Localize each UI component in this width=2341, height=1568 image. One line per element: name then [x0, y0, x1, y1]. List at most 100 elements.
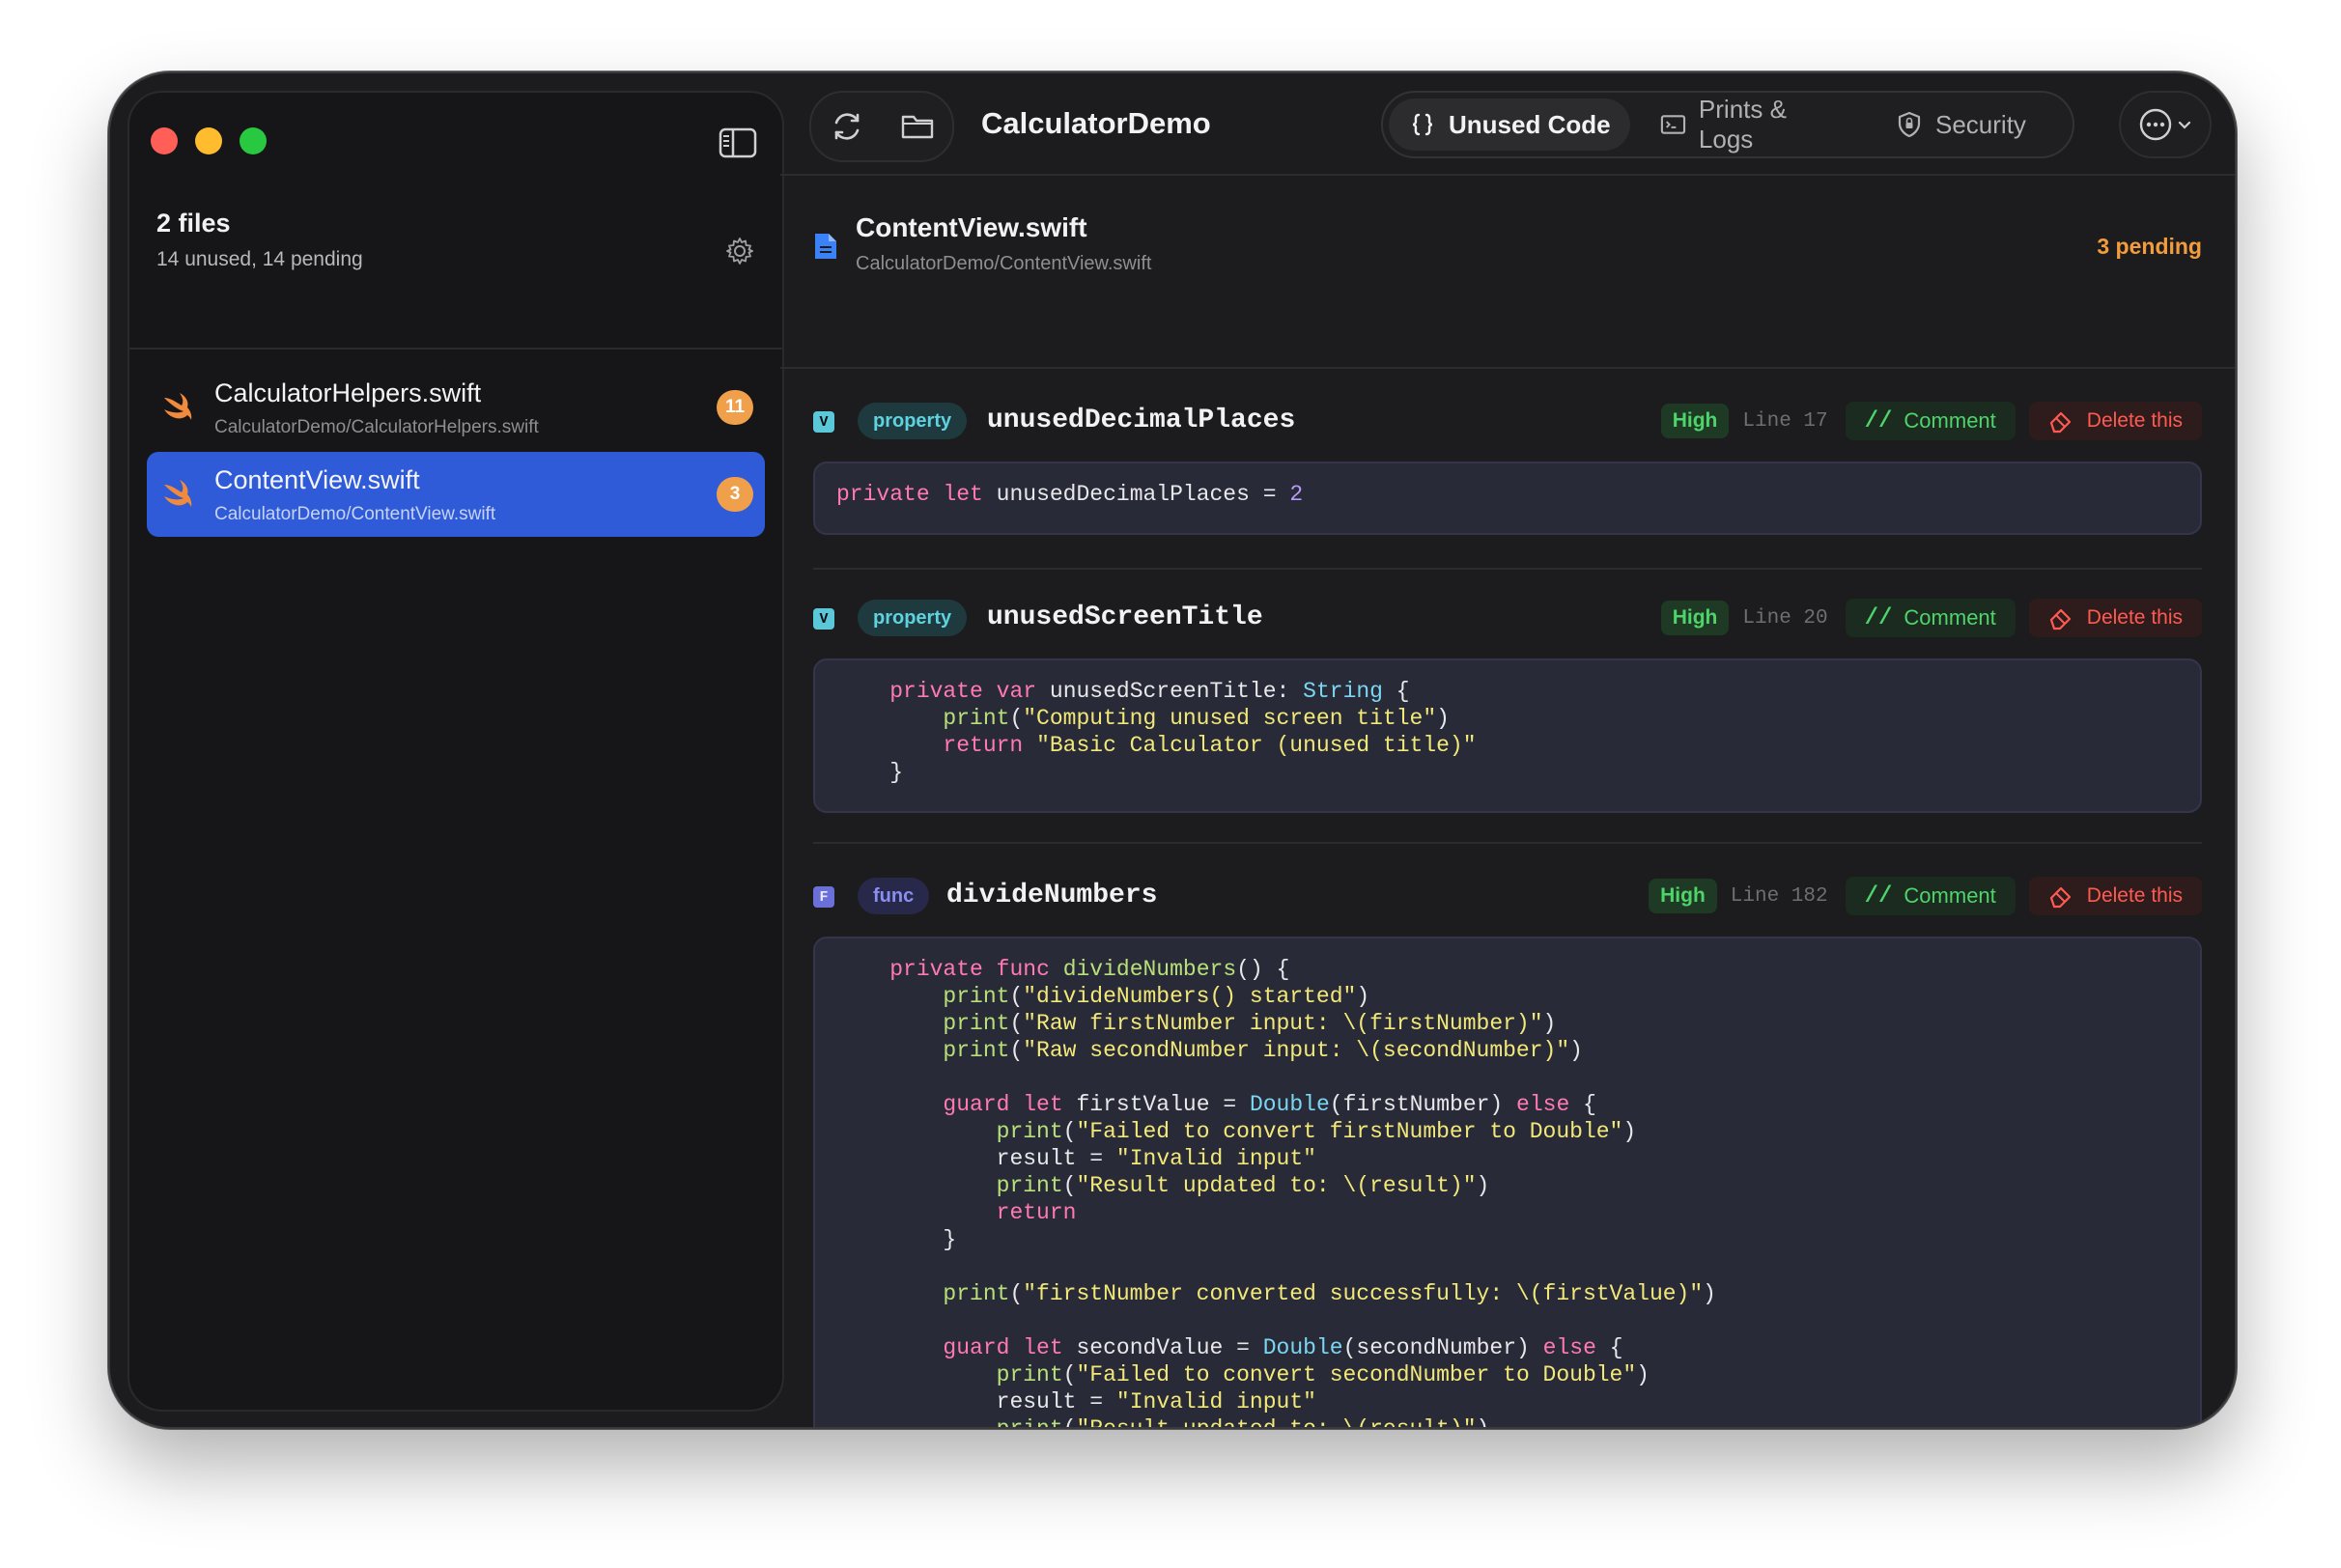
code-block: private var unusedScreenTitle: String { …	[813, 658, 2202, 813]
entry-header: V property unusedScreenTitle High Line 2…	[813, 597, 2202, 639]
delete-button[interactable]: Delete this	[2028, 599, 2202, 637]
main-content: ContentView.swift CalculatorDemo/Content…	[780, 174, 2235, 1427]
tab-label: Prints & Logs	[1698, 95, 1787, 154]
code-line: print("Result updated to: \(result)")	[836, 1415, 2179, 1427]
swift-icon	[164, 393, 192, 420]
entry-header: F func divideNumbers High Line 182 // Co…	[813, 875, 2202, 917]
code-line: private func divideNumbers() {	[889, 957, 1290, 982]
comment-label: Comment	[1904, 408, 1996, 433]
app-title: CalculatorDemo	[981, 106, 1211, 140]
delete-label: Delete this	[2086, 884, 2183, 907]
code-line: print("Failed to convert firstNumber to …	[996, 1119, 1637, 1144]
code-line: result = "Invalid input"	[996, 1146, 1316, 1171]
header-divider	[780, 367, 2235, 369]
tab-security[interactable]: Security	[1876, 98, 2065, 151]
comment-button[interactable]: // Comment	[1845, 402, 2016, 440]
swift-icon	[164, 480, 192, 507]
current-file-path: CalculatorDemo/ContentView.swift	[856, 253, 1152, 274]
function-kind-icon: F	[813, 886, 834, 908]
unused-entry: F func divideNumbers High Line 182 // Co…	[813, 875, 2202, 1427]
code-line: }	[943, 1227, 957, 1252]
file-list-item-selected[interactable]: ContentView.swift CalculatorDemo/Content…	[147, 452, 765, 537]
zoom-window-button[interactable]	[240, 127, 267, 154]
comment-label: Comment	[1904, 605, 1996, 630]
eraser-icon	[2049, 886, 2071, 909]
line-number: Line 20	[1742, 606, 1828, 630]
gear-icon[interactable]	[724, 236, 755, 266]
sidebar-toggle-icon[interactable]	[719, 127, 757, 158]
code-line: print("divideNumbers() started")	[943, 984, 1370, 1009]
comment-button[interactable]: // Comment	[1845, 877, 2016, 915]
tab-unused-code[interactable]: Unused Code	[1389, 98, 1630, 151]
tab-label: Security	[1935, 109, 2026, 139]
code-line: print("Computing unused screen title")	[943, 706, 1450, 731]
entry-separator	[813, 842, 2202, 844]
line-number: Line 182	[1730, 884, 1828, 908]
comment-slashes-icon: //	[1864, 407, 1893, 434]
delete-label: Delete this	[2086, 606, 2183, 629]
entry-actions: High Line 182 // Comment Delete this	[1649, 875, 2202, 917]
files-status-subtitle: 14 unused, 14 pending	[156, 248, 363, 270]
code-line: private var unusedScreenTitle: String {	[889, 679, 1410, 704]
sidebar: 2 files 14 unused, 14 pending Calculator…	[127, 91, 784, 1412]
close-window-button[interactable]	[151, 127, 178, 154]
refresh-icon[interactable]	[828, 107, 866, 146]
comment-slashes-icon: //	[1864, 604, 1893, 631]
minimize-window-button[interactable]	[195, 127, 222, 154]
variable-kind-icon: V	[813, 411, 834, 433]
toolbar-actions-group	[809, 91, 954, 162]
comment-button[interactable]: // Comment	[1845, 599, 2016, 637]
file-path: CalculatorDemo/CalculatorHelpers.swift	[214, 417, 539, 437]
code-line: print("Result updated to: \(result)")	[996, 1173, 1490, 1198]
file-list-item[interactable]: CalculatorHelpers.swift CalculatorDemo/C…	[147, 365, 765, 450]
symbol-name: unusedDecimalPlaces	[987, 406, 1296, 435]
toolbar: CalculatorDemo Unused Code Prints & Logs	[780, 73, 2235, 174]
sidebar-divider	[129, 348, 782, 350]
tab-prints-logs[interactable]: Prints & Logs	[1640, 95, 1862, 154]
app-window: 2 files 14 unused, 14 pending Calculator…	[108, 71, 2237, 1429]
ellipsis-circle-icon	[2139, 108, 2172, 141]
comment-label: Comment	[1904, 883, 1996, 908]
delete-button[interactable]: Delete this	[2028, 877, 2202, 915]
code-line: guard let firstValue = Double(firstNumbe…	[943, 1092, 1596, 1117]
terminal-icon	[1660, 115, 1686, 134]
pending-count-badge: 11	[717, 390, 753, 425]
eraser-icon	[2049, 411, 2071, 434]
pending-count-label: 3 pending	[2097, 234, 2202, 259]
code-line: result = "Invalid input"	[996, 1389, 1316, 1414]
file-path: CalculatorDemo/ContentView.swift	[214, 504, 496, 524]
line-number: Line 17	[1742, 409, 1828, 433]
files-count-title: 2 files	[156, 209, 231, 238]
confidence-badge: High	[1660, 601, 1730, 635]
more-options-button[interactable]	[2119, 91, 2212, 158]
delete-button[interactable]: Delete this	[2028, 402, 2202, 440]
symbol-name: divideNumbers	[946, 881, 1158, 910]
eraser-icon	[2049, 608, 2071, 630]
symbol-name: unusedScreenTitle	[987, 602, 1263, 632]
tab-label: Unused Code	[1449, 109, 1611, 139]
code-line: return	[996, 1200, 1077, 1225]
folder-icon[interactable]	[898, 107, 937, 146]
pending-count-badge: 3	[717, 477, 753, 512]
document-icon	[815, 234, 836, 259]
unused-entry: V property unusedScreenTitle High Line 2…	[813, 597, 2202, 813]
code-line: print("Raw firstNumber input: \(firstNum…	[943, 1011, 1557, 1036]
code-block: private let unusedDecimalPlaces = 2	[813, 462, 2202, 535]
unused-entry: V property unusedDecimalPlaces High Line…	[813, 400, 2202, 535]
file-name: ContentView.swift	[214, 465, 420, 494]
comment-slashes-icon: //	[1864, 882, 1893, 910]
code-line: private let unusedDecimalPlaces = 2	[836, 482, 1304, 507]
files-summary: 2 files 14 unused, 14 pending	[156, 209, 755, 271]
entry-separator	[813, 568, 2202, 570]
entry-actions: High Line 20 // Comment Delete this	[1660, 597, 2202, 639]
confidence-badge: High	[1649, 879, 1717, 913]
confidence-badge: High	[1660, 404, 1730, 438]
current-file-name: ContentView.swift	[856, 212, 1087, 242]
shield-icon	[1898, 111, 1921, 138]
braces-icon	[1412, 113, 1433, 136]
entry-actions: High Line 17 // Comment Delete this	[1660, 400, 2202, 442]
entry-header: V property unusedDecimalPlaces High Line…	[813, 400, 2202, 442]
kind-tag: func	[858, 878, 930, 914]
kind-tag: property	[858, 600, 968, 636]
